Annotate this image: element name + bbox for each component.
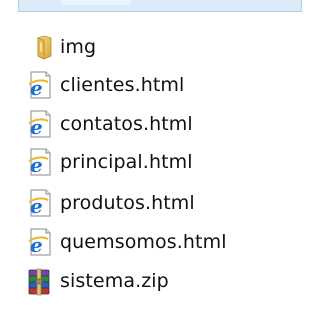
html-file-icon: e [24, 227, 60, 257]
html-file-icon: e [24, 109, 60, 139]
file-item-produtos[interactable]: e produtos.html [24, 188, 294, 218]
file-item-quemsomos[interactable]: e quemsomos.html [24, 227, 294, 257]
html-file-icon: e [24, 147, 60, 177]
file-name: quemsomos.html [60, 231, 227, 253]
folder-icon [24, 32, 60, 62]
file-list: img e clientes.html e contatos.html e pr… [0, 0, 315, 316]
file-name: sistema.zip [60, 270, 169, 292]
file-explorer-pane: img e clientes.html e contatos.html e pr… [0, 0, 315, 316]
file-item-principal[interactable]: e principal.html [24, 147, 294, 177]
file-item-img[interactable]: img [24, 32, 294, 62]
file-name: img [60, 36, 97, 58]
file-item-sistema-zip[interactable]: sistema.zip [24, 266, 294, 296]
html-file-icon: e [24, 188, 60, 218]
file-name: contatos.html [60, 113, 193, 135]
file-item-contatos[interactable]: e contatos.html [24, 109, 294, 139]
html-file-icon: e [24, 70, 60, 100]
file-name: produtos.html [60, 192, 195, 214]
file-name: clientes.html [60, 74, 185, 96]
zip-archive-icon [24, 266, 60, 296]
file-item-clientes[interactable]: e clientes.html [24, 70, 294, 100]
file-name: principal.html [60, 151, 193, 173]
